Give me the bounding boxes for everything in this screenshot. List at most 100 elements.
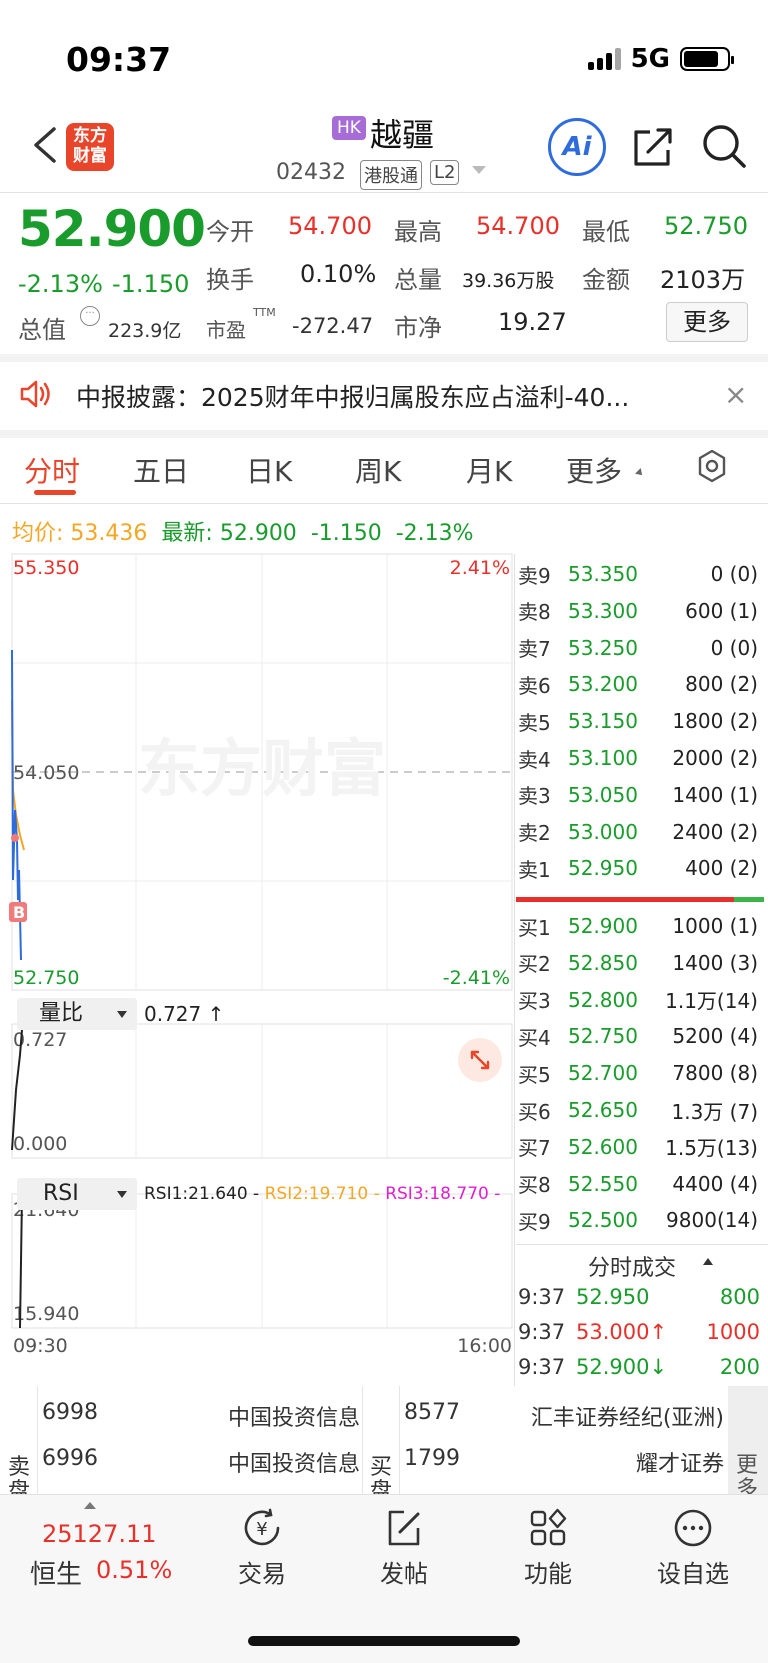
high-label: 最高: [394, 218, 442, 246]
pe-value: -272.47: [292, 314, 374, 338]
ask-price: 53.150: [568, 709, 638, 734]
indicator1-value: 0.727 ↑: [144, 1002, 225, 1026]
ask-volume: 2400 (2): [672, 819, 758, 844]
indicator1-select[interactable]: 量比: [17, 998, 137, 1030]
tab-five-day[interactable]: 五日: [133, 450, 189, 490]
change-amount: -1.150: [112, 270, 190, 298]
bid-price: 52.750: [568, 1024, 638, 1049]
bid-row[interactable]: 买5 52.700 7800 (8): [516, 1055, 762, 1091]
open-label: 今开: [206, 218, 254, 246]
bid-price: 52.800: [568, 987, 638, 1012]
nav-add-watchlist[interactable]: 设自选: [650, 1506, 736, 1598]
bid-row[interactable]: 买6 52.650 1.3万 (7): [516, 1092, 762, 1128]
info-icon[interactable]: ···: [80, 306, 100, 326]
ask-price: 53.000: [568, 819, 638, 844]
nav-functions[interactable]: 功能: [518, 1506, 578, 1598]
ai-button[interactable]: Ai: [548, 118, 606, 176]
sell-broker-name: 中国投资信息: [227, 1406, 360, 1431]
ask-row[interactable]: 卖9 53.350 0 (0): [516, 556, 762, 592]
search-icon[interactable]: [700, 122, 748, 170]
bid-row[interactable]: 买2 52.850 1400 (3): [516, 945, 762, 981]
market-badge: HK: [332, 116, 366, 140]
index-name[interactable]: 恒生: [30, 1554, 82, 1591]
bid-level: 买1: [518, 915, 551, 940]
intraday-chart[interactable]: 东方财富 55.350 54.050 52.750 2.41% -2.41% B…: [0, 550, 516, 1390]
more-dots-icon: [674, 1509, 712, 1547]
close-icon[interactable]: ×: [724, 378, 747, 411]
logo-line2: 财富: [73, 146, 107, 166]
bid-price: 52.700: [568, 1061, 638, 1086]
amount-value: 2103万: [660, 266, 746, 294]
ask-row[interactable]: 卖5 53.150 1800 (2): [516, 703, 762, 739]
ask-row[interactable]: 卖2 53.000 2400 (2): [516, 814, 762, 850]
nav-trade[interactable]: ¥ 交易: [232, 1506, 292, 1598]
ask-row[interactable]: 卖1 52.950 400 (2): [516, 850, 762, 886]
chevron-down-icon[interactable]: [635, 468, 645, 478]
connect-tag: 港股通: [360, 160, 422, 190]
bid-row[interactable]: 买9 52.500 9800(14): [516, 1202, 762, 1238]
tab-more[interactable]: 更多: [566, 450, 622, 490]
bid-row[interactable]: 买7 52.600 1.5万(13): [516, 1129, 762, 1165]
signal-icon: [587, 48, 621, 70]
ask-level: 卖9: [518, 563, 551, 588]
bid-row[interactable]: 买8 52.550 4400 (4): [516, 1166, 762, 1202]
buy-broker-name: 耀才证券: [635, 1452, 724, 1477]
nav-post[interactable]: 发帖: [374, 1506, 434, 1598]
bid-level: 买8: [518, 1173, 551, 1198]
volume-label: 总量: [394, 266, 442, 294]
share-icon[interactable]: [630, 124, 676, 170]
stock-name[interactable]: 越疆: [370, 110, 434, 156]
more-quote-button[interactable]: 更多: [666, 302, 748, 342]
bid-price: 52.550: [568, 1171, 638, 1196]
ask-row[interactable]: 卖8 53.300 600 (1): [516, 593, 762, 629]
tab-intraday[interactable]: 分时: [24, 450, 80, 490]
indicator2-select[interactable]: RSI: [17, 1178, 137, 1210]
grid-icon: [530, 1508, 567, 1546]
chevron-down-icon[interactable]: [472, 166, 486, 174]
nav-trade-label: 交易: [238, 1560, 286, 1588]
bid-volume: 4400 (4): [672, 1171, 758, 1196]
index-value[interactable]: 25127.11: [42, 1520, 157, 1548]
bid-ask-separator: [516, 897, 762, 902]
bid-price: 52.500: [568, 1208, 638, 1233]
bid-price: 52.650: [568, 1098, 638, 1122]
back-icon[interactable]: [28, 125, 64, 165]
trades-title[interactable]: 分时成交: [588, 1250, 676, 1282]
tabs-divider: [0, 503, 768, 504]
bid-row[interactable]: 买1 52.900 1000 (1): [516, 908, 762, 944]
notice-text[interactable]: 中报披露：2025财年中报归属股东应占溢利-40...: [76, 378, 629, 414]
ask-row[interactable]: 卖7 53.250 0 (0): [516, 630, 762, 666]
bid-volume: 9800(14): [666, 1208, 758, 1233]
gear-icon[interactable]: [694, 448, 730, 484]
tab-weekly-k[interactable]: 周K: [355, 450, 401, 490]
trade-time: 9:37: [518, 1320, 566, 1344]
ask-row[interactable]: 卖6 53.200 800 (2): [516, 666, 762, 702]
ask-level: 卖4: [518, 747, 551, 772]
latest-value: 52.900: [219, 521, 297, 546]
nav-add-watchlist-label: 设自选: [657, 1560, 729, 1588]
bid-volume: 5200 (4): [672, 1024, 758, 1049]
index-percent[interactable]: 0.51%: [96, 1556, 172, 1584]
y-axis-bottom: 52.750: [13, 967, 79, 989]
ask-price: 53.200: [568, 672, 638, 697]
chevron-up-icon[interactable]: [84, 1502, 96, 1509]
more-broker-button[interactable]: 更多: [728, 1386, 768, 1502]
home-indicator[interactable]: [248, 1636, 520, 1646]
bid-volume: 1.5万(13): [665, 1136, 758, 1161]
rsi1-value: RSI1:21.640 -: [144, 1184, 260, 1204]
ask-price: 53.050: [568, 782, 638, 807]
trade-icon: ¥: [244, 1508, 280, 1546]
bid-level: 买6: [518, 1099, 551, 1124]
ask-row[interactable]: 卖4 53.100 2000 (2): [516, 740, 762, 776]
latest-label: 最新:: [161, 521, 213, 546]
ask-row[interactable]: 卖3 53.050 1400 (1): [516, 777, 762, 813]
tab-monthly-k[interactable]: 月K: [466, 450, 512, 490]
ask-volume: 1800 (2): [672, 709, 758, 734]
tab-daily-k[interactable]: 日K: [246, 450, 292, 490]
bid-row[interactable]: 买4 52.750 5200 (4): [516, 1018, 762, 1054]
ask-price: 53.300: [568, 598, 638, 623]
bid-level: 买7: [518, 1136, 551, 1161]
app-logo: 东方 财富: [66, 123, 114, 171]
chevron-up-icon[interactable]: [703, 1258, 713, 1265]
bid-row[interactable]: 买3 52.800 1.1万(14): [516, 982, 762, 1018]
